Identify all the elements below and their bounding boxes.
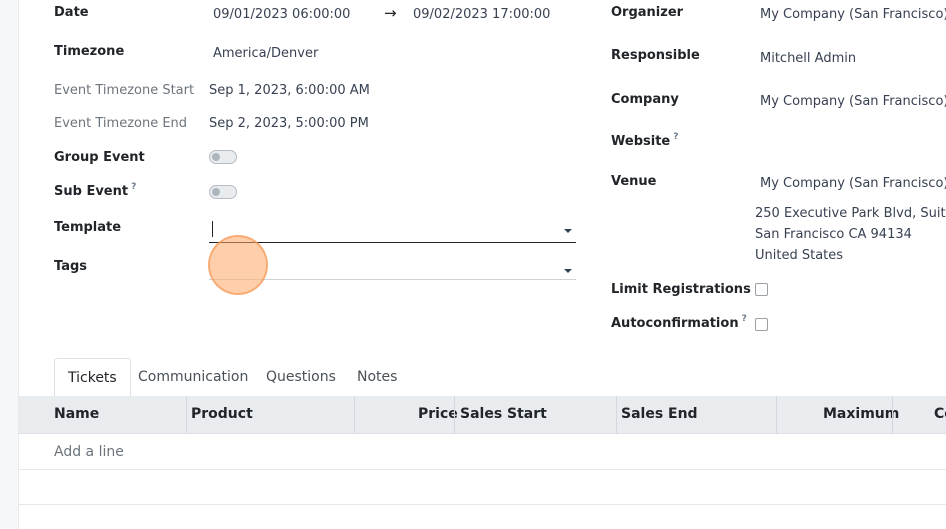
tags-label: Tags (54, 259, 88, 274)
autoconfirmation-checkbox[interactable] (755, 318, 768, 331)
event-tz-end-label: Event Timezone End (54, 116, 188, 131)
venue-address-line: San Francisco CA 94134 (755, 227, 912, 242)
caret-down-icon[interactable] (564, 269, 572, 273)
limit-registrations-checkbox[interactable] (755, 283, 768, 296)
group-event-toggle[interactable] (209, 150, 237, 164)
tab-communication[interactable]: Communication (125, 358, 261, 395)
event-tz-start-label: Event Timezone Start (54, 83, 195, 98)
toggle-knob (212, 153, 220, 161)
table-row (18, 470, 946, 505)
template-input-underline (209, 242, 576, 243)
column-header-sales-end[interactable]: Sales End (621, 396, 698, 433)
left-gutter (0, 0, 19, 529)
date-label: Date (54, 5, 89, 20)
column-header-sales-start[interactable]: Sales Start (460, 396, 547, 433)
click-indicator (208, 235, 268, 295)
group-event-label: Group Event (54, 150, 145, 165)
sub-event-toggle[interactable] (209, 185, 237, 199)
column-header-price[interactable]: Price (418, 396, 458, 433)
date-start-field[interactable]: 09/01/2023 06:00:00 (213, 7, 350, 22)
venue-label: Venue (611, 174, 657, 189)
tickets-table-header: Name Product Price Sales Start Sales End… (18, 396, 946, 434)
date-end-field[interactable]: 09/02/2023 17:00:00 (413, 7, 550, 22)
help-icon[interactable]: ? (673, 132, 678, 142)
column-header-name[interactable]: Name (54, 396, 99, 433)
column-resize-handle[interactable] (354, 396, 355, 433)
organizer-field[interactable]: My Company (San Francisco) (760, 7, 946, 22)
venue-address-line: 250 Executive Park Blvd, Suite (755, 206, 946, 221)
venue-address-line: United States (755, 248, 844, 263)
column-header-product[interactable]: Product (191, 396, 253, 433)
venue-field[interactable]: My Company (San Francisco) (760, 176, 946, 191)
timezone-label: Timezone (54, 44, 125, 59)
sub-event-label: Sub Event? (54, 182, 136, 199)
limit-registrations-label: Limit Registrations (611, 282, 751, 297)
column-resize-handle[interactable] (186, 396, 187, 433)
template-label: Template (54, 220, 122, 235)
arrow-right-icon: → (384, 4, 397, 22)
add-a-line-link[interactable]: Add a line (54, 444, 124, 460)
organizer-label: Organizer (611, 5, 684, 20)
timezone-field[interactable]: America/Denver (213, 46, 318, 61)
website-label-text: Website (611, 134, 671, 149)
autoconfirmation-label-text: Autoconfirmation (611, 316, 739, 331)
help-icon[interactable]: ? (131, 182, 136, 192)
tab-questions[interactable]: Questions (253, 358, 349, 395)
column-resize-handle[interactable] (616, 396, 617, 433)
toggle-knob (212, 188, 220, 196)
table-row: Add a line (18, 434, 946, 470)
help-icon[interactable]: ? (742, 314, 747, 324)
notebook-tabs: Tickets Communication Questions Notes (18, 358, 946, 397)
responsible-field[interactable]: Mitchell Admin (760, 51, 856, 66)
text-cursor (212, 221, 213, 237)
column-header-co[interactable]: Co (934, 396, 946, 433)
company-label: Company (611, 92, 679, 107)
tab-notes[interactable]: Notes (344, 358, 410, 395)
autoconfirmation-label: Autoconfirmation? (611, 314, 747, 331)
company-field[interactable]: My Company (San Francisco) (760, 94, 946, 109)
column-header-maximum[interactable]: Maximum (823, 396, 899, 433)
event-tz-end-value: Sep 2, 2023, 5:00:00 PM (209, 116, 369, 131)
sub-event-label-text: Sub Event (54, 184, 129, 199)
event-tz-start-value: Sep 1, 2023, 6:00:00 AM (209, 83, 370, 98)
template-input[interactable] (209, 218, 576, 243)
column-resize-handle[interactable] (454, 396, 455, 433)
column-resize-handle[interactable] (776, 396, 777, 433)
column-resize-handle[interactable] (892, 396, 893, 433)
caret-down-icon[interactable] (564, 229, 572, 233)
tab-tickets[interactable]: Tickets (54, 358, 131, 397)
responsible-label: Responsible (611, 48, 700, 63)
website-label: Website? (611, 132, 678, 149)
